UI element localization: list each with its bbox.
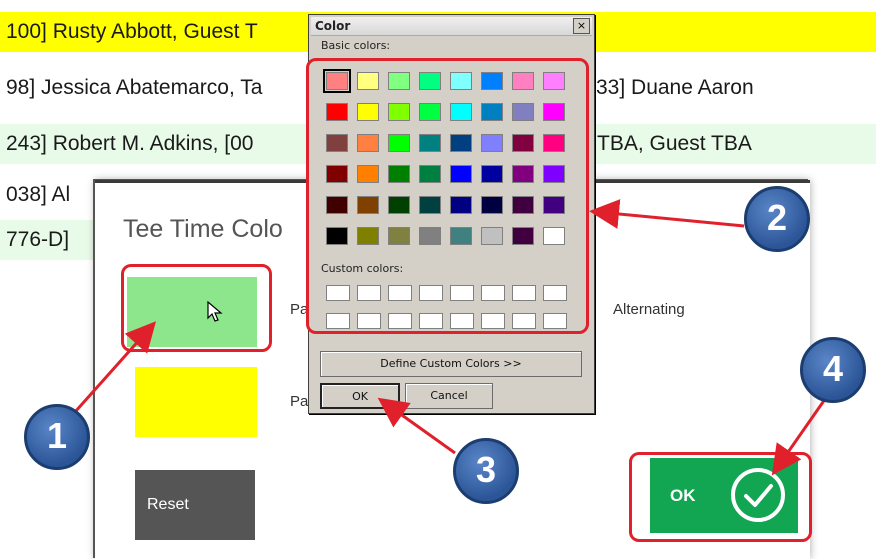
step-badge-2: 2 [744, 186, 810, 252]
step-badge-1: 1 [24, 404, 90, 470]
arrow-3 [377, 397, 456, 455]
arrow-2 [589, 199, 745, 229]
annotation-arrows [73, 199, 832, 476]
step-badge-3: 3 [453, 438, 519, 504]
arrow-1 [73, 321, 156, 413]
step-badge-4: 4 [800, 337, 866, 403]
arrow-4 [771, 391, 832, 476]
